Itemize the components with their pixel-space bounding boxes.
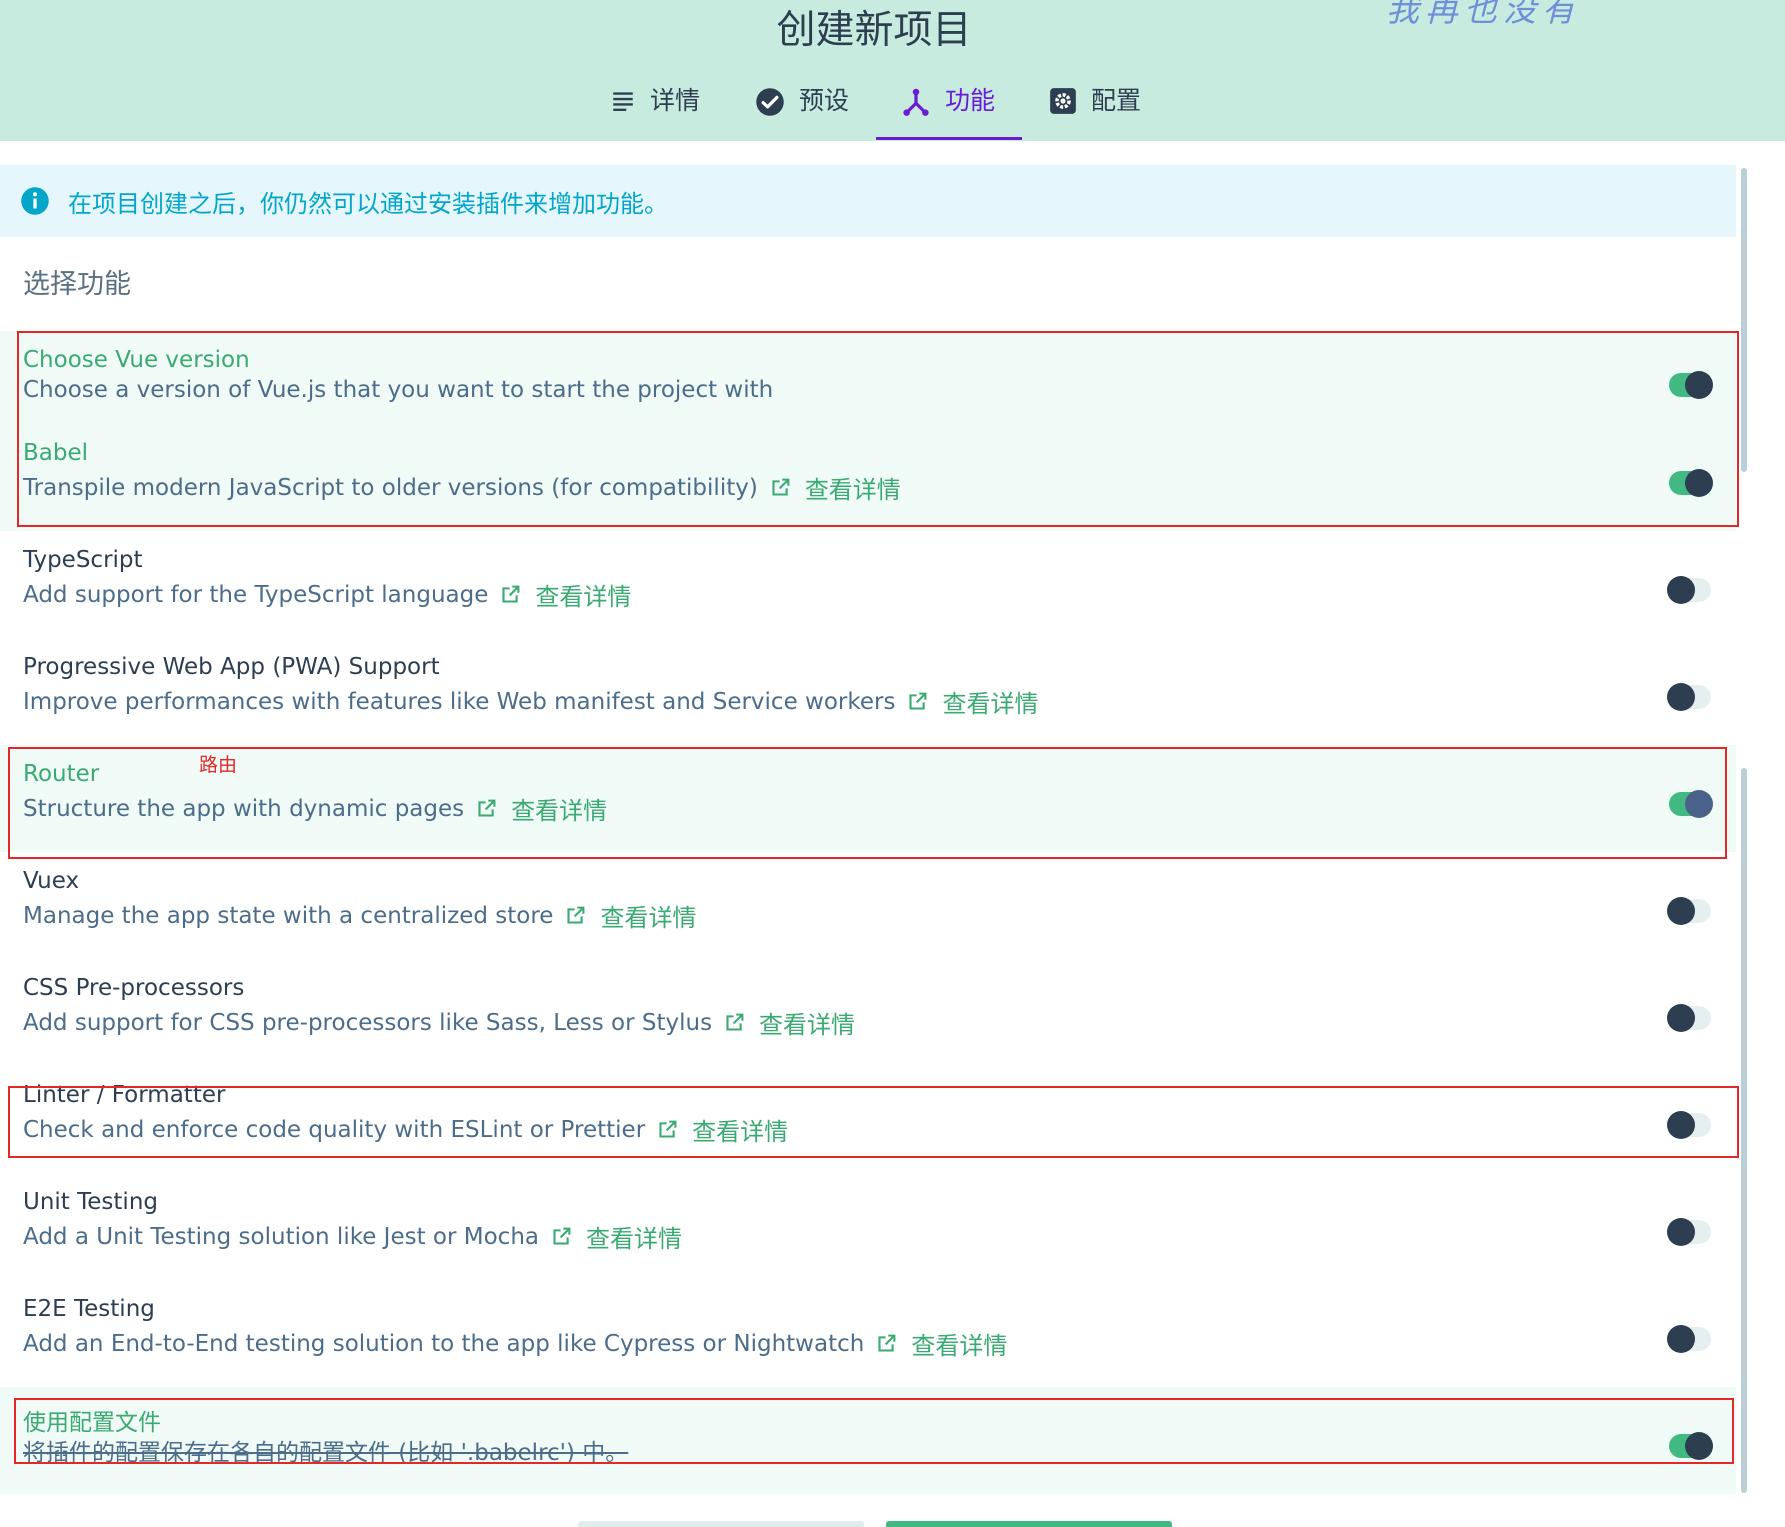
toggle-knob [1667, 1325, 1695, 1353]
more-info-link[interactable]: 查看详情 [759, 1005, 855, 1040]
toggle-knob [1667, 897, 1695, 925]
section-title: 选择功能 [23, 269, 131, 300]
tab-config[interactable]: 配置 [1049, 84, 1141, 141]
next-button[interactable] [886, 1521, 1172, 1527]
toggle-knob [1667, 1004, 1695, 1032]
fork-icon [903, 88, 929, 116]
external-link-icon [726, 1013, 744, 1031]
tab-features[interactable]: 功能 [901, 84, 995, 141]
feature-description: Add support for the TypeScript language [23, 581, 489, 608]
feature-toggle[interactable] [1667, 897, 1711, 925]
info-banner: 在项目创建之后，你仍然可以通过安装插件来增加功能。 [0, 165, 1736, 237]
watermark-text: 我再也没有 [1386, 0, 1581, 29]
external-link-icon [909, 692, 927, 710]
feature-toggle[interactable] [1667, 576, 1711, 604]
more-info-link[interactable]: 查看详情 [535, 577, 631, 612]
toggle-knob [1667, 576, 1695, 604]
more-info-link[interactable]: 查看详情 [942, 684, 1038, 719]
annotation-box-vue-babel [17, 331, 1739, 527]
tab-presets[interactable]: 预设 [755, 84, 849, 141]
feature-toggle[interactable] [1667, 1218, 1711, 1246]
tab-details[interactable]: 详情 [610, 84, 700, 141]
feature-description-line: Add support for CSS pre-processors like … [23, 1005, 855, 1040]
feature-description: Add a Unit Testing solution like Jest or… [23, 1223, 539, 1250]
check-circle-icon [756, 88, 784, 116]
feature-toggle[interactable] [1667, 1325, 1711, 1353]
toggle-knob [1667, 1218, 1695, 1246]
feature-description: Manage the app state with a centralized … [23, 902, 554, 929]
more-info-link[interactable]: 查看详情 [911, 1326, 1007, 1361]
annotation-box-linter [8, 1086, 1739, 1158]
feature-name: Vuex [23, 868, 80, 894]
feature-name: Unit Testing [23, 1189, 158, 1215]
feature-name: Progressive Web App (PWA) Support [23, 654, 440, 680]
feature-toggle[interactable] [1667, 683, 1711, 711]
feature-description: Add an End-to-End testing solution to th… [23, 1330, 865, 1357]
feature-name: E2E Testing [23, 1296, 155, 1322]
previous-button[interactable] [578, 1521, 864, 1527]
tab-presets-label: 预设 [799, 86, 850, 115]
feature-name: TypeScript [23, 547, 143, 573]
external-link-icon [567, 906, 585, 924]
feature-description-line: Add a Unit Testing solution like Jest or… [23, 1219, 682, 1254]
scrollbar[interactable] [1741, 168, 1747, 472]
list-icon [613, 92, 633, 112]
settings-icon [1050, 88, 1076, 114]
header: 创建新项目 我再也没有 详情 预设 功能 配置 [0, 0, 1785, 141]
annotation-box-config-files [14, 1398, 1734, 1464]
feature-row-css-preprocessors[interactable]: CSS Pre-processors Add support for CSS pr… [0, 959, 1736, 1066]
more-info-link[interactable]: 查看详情 [586, 1219, 682, 1254]
feature-toggle[interactable] [1667, 1004, 1711, 1032]
toggle-knob [1667, 683, 1695, 711]
external-link-icon [878, 1334, 896, 1352]
annotation-box-router [8, 747, 1727, 859]
tab-details-label: 详情 [650, 86, 701, 115]
info-icon [21, 187, 49, 215]
feature-name: CSS Pre-processors [23, 975, 245, 1001]
feature-row-e2e-testing[interactable]: E2E Testing Add an End-to-End testing sol… [0, 1280, 1736, 1387]
external-link-icon [553, 1227, 571, 1245]
feature-row-vuex[interactable]: Vuex Manage the app state with a centrali… [0, 852, 1736, 959]
tab-features-label: 功能 [945, 86, 996, 115]
external-link-icon [502, 585, 520, 603]
feature-description: Improve performances with features like … [23, 688, 896, 715]
more-info-link[interactable]: 查看详情 [600, 898, 696, 933]
tab-bar: 详情 预设 功能 配置 [0, 84, 1785, 141]
feature-row-typescript[interactable]: TypeScript Add support for the TypeScript… [0, 531, 1736, 638]
feature-row-pwa[interactable]: Progressive Web App (PWA) Support Improve… [0, 638, 1736, 745]
tab-config-label: 配置 [1091, 86, 1142, 115]
feature-description-line: Manage the app state with a centralized … [23, 898, 696, 933]
feature-description: Add support for CSS pre-processors like … [23, 1009, 713, 1036]
feature-description-line: Improve performances with features like … [23, 684, 1038, 719]
feature-description-line: Add support for the TypeScript language 查… [23, 577, 631, 612]
active-tab-indicator [876, 137, 1022, 140]
info-text: 在项目创建之后，你仍然可以通过安装插件来增加功能。 [68, 189, 668, 218]
scrollbar[interactable] [1741, 768, 1747, 1493]
feature-description-line: Add an End-to-End testing solution to th… [23, 1326, 1007, 1361]
annotation-router-note: 路由 [199, 754, 238, 776]
feature-row-unit-testing[interactable]: Unit Testing Add a Unit Testing solution … [0, 1173, 1736, 1280]
